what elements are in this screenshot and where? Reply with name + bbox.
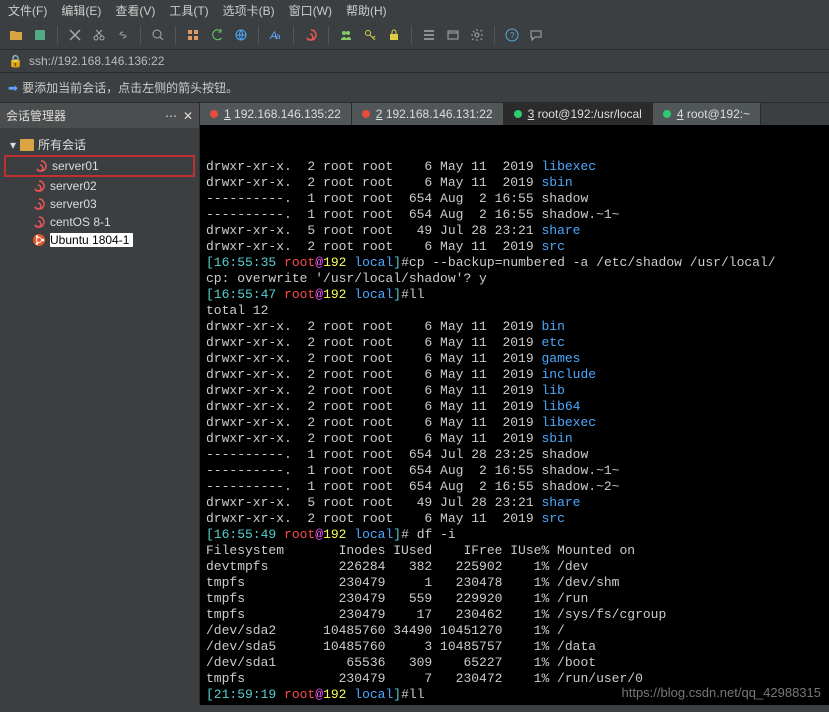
session-label: centOS 8-1	[50, 215, 111, 229]
separator	[494, 26, 495, 44]
sidebar-header: 会话管理器 ⋯ ✕	[0, 103, 199, 128]
separator	[57, 26, 58, 44]
separator	[293, 26, 294, 44]
chat-icon[interactable]	[526, 25, 546, 45]
lock-icon: 🔒	[8, 54, 23, 68]
root-label: 所有会话	[38, 136, 86, 153]
hint-text: 要添加当前会话，点击左侧的箭头按钮。	[22, 79, 238, 96]
folder-icon	[20, 139, 34, 151]
terminal[interactable]: drwxr-xr-x. 2 root root 6 May 11 2019 li…	[200, 125, 829, 705]
tree-root[interactable]: ▾ 所有会话	[4, 134, 195, 155]
svg-text:a: a	[276, 32, 281, 41]
font-icon[interactable]: Aa	[266, 25, 286, 45]
refresh-icon[interactable]	[207, 25, 227, 45]
sidebar-close-icon[interactable]: ✕	[183, 109, 193, 123]
tab-label: 4 root@192:~	[677, 107, 750, 121]
cut-icon[interactable]	[65, 25, 85, 45]
gear-icon[interactable]	[467, 25, 487, 45]
help-icon[interactable]: ?	[502, 25, 522, 45]
people-icon[interactable]	[336, 25, 356, 45]
save-icon[interactable]	[30, 25, 50, 45]
menu-item[interactable]: 窗口(W)	[289, 2, 332, 19]
separator	[140, 26, 141, 44]
sidebar-title: 会话管理器	[6, 107, 66, 124]
session-item[interactable]: centOS 8-1	[4, 213, 195, 231]
terminal-tabs: 1 192.168.146.135:22 2 192.168.146.131:22…	[200, 103, 829, 125]
menu-item[interactable]: 文件(F)	[8, 2, 47, 19]
session-label: server02	[50, 179, 97, 193]
terminal-tab[interactable]: 2 192.168.146.131:22	[352, 103, 504, 125]
session-item[interactable]: server01	[4, 155, 195, 177]
terminal-tab[interactable]: 3 root@192:/usr/local	[504, 103, 653, 125]
menu-item[interactable]: 编辑(E)	[61, 2, 101, 19]
svg-text:?: ?	[510, 31, 515, 40]
folder-icon[interactable]	[6, 25, 26, 45]
lock-icon[interactable]	[384, 25, 404, 45]
separator	[175, 26, 176, 44]
link-icon[interactable]	[113, 25, 133, 45]
swirl-icon	[34, 159, 48, 173]
separator	[328, 26, 329, 44]
menu-item[interactable]: 查看(V)	[115, 2, 155, 19]
ubuntu-icon	[32, 233, 46, 247]
swirl-icon[interactable]	[301, 25, 321, 45]
tab-label: 2 192.168.146.131:22	[376, 107, 493, 121]
watermark: https://blog.csdn.net/qq_42988315	[622, 685, 822, 701]
terminal-tab[interactable]: 1 192.168.146.135:22	[200, 103, 352, 125]
toolbar: Aa?	[0, 21, 829, 50]
scissors-icon[interactable]	[89, 25, 109, 45]
search-icon[interactable]	[148, 25, 168, 45]
menu-item[interactable]: 帮助(H)	[346, 2, 387, 19]
session-sidebar: 会话管理器 ⋯ ✕ ▾ 所有会话 server01 server02 server0…	[0, 103, 200, 705]
arrow-icon: ➡	[8, 81, 18, 95]
status-dot	[362, 110, 370, 118]
hint-bar: ➡ 要添加当前会话，点击左侧的箭头按钮。	[0, 73, 829, 103]
separator	[411, 26, 412, 44]
address-url[interactable]: ssh://192.168.146.136:22	[29, 54, 164, 68]
status-dot	[210, 110, 218, 118]
collapse-icon[interactable]: ▾	[10, 138, 16, 152]
status-dot	[663, 110, 671, 118]
window-icon[interactable]	[443, 25, 463, 45]
swirl-icon	[32, 215, 46, 229]
swirl-icon	[32, 197, 46, 211]
menu-item[interactable]: 工具(T)	[169, 2, 208, 19]
address-bar: 🔒 ssh://192.168.146.136:22	[0, 50, 829, 73]
tab-label: 3 root@192:/usr/local	[528, 107, 642, 121]
terminal-tab[interactable]: 4 root@192:~	[653, 103, 761, 125]
grid-icon[interactable]	[183, 25, 203, 45]
session-item[interactable]: Ubuntu 1804-1	[4, 231, 195, 249]
key-icon[interactable]	[360, 25, 380, 45]
list-icon[interactable]	[419, 25, 439, 45]
session-item[interactable]: server02	[4, 177, 195, 195]
tab-label: 1 192.168.146.135:22	[224, 107, 341, 121]
swirl-icon	[32, 179, 46, 193]
session-label: server03	[50, 197, 97, 211]
globe-icon[interactable]	[231, 25, 251, 45]
sidebar-menu-icon[interactable]: ⋯	[165, 109, 177, 123]
status-dot	[514, 110, 522, 118]
session-item[interactable]: server03	[4, 195, 195, 213]
separator	[258, 26, 259, 44]
session-label: Ubuntu 1804-1	[50, 233, 133, 247]
session-label: server01	[52, 159, 99, 173]
session-tree: ▾ 所有会话 server01 server02 server03 centOS 8-…	[0, 128, 199, 255]
menu-item[interactable]: 选项卡(B)	[223, 2, 275, 19]
menubar: 文件(F) 编辑(E) 查看(V) 工具(T) 选项卡(B) 窗口(W) 帮助(H)	[0, 0, 829, 21]
